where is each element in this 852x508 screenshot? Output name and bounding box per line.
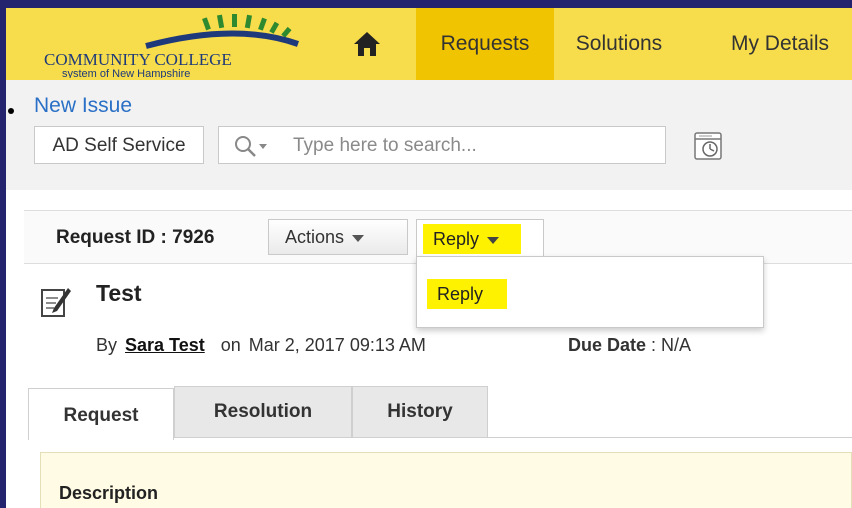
request-id: Request ID : 7926 [56, 227, 215, 248]
logo-line1: COMMUNITY COLLEGE [44, 50, 232, 69]
ad-self-service-button[interactable]: AD Self Service [34, 126, 204, 164]
home-icon[interactable] [352, 30, 382, 58]
app-window: COMMUNITY COLLEGE system of New Hampshir… [6, 8, 852, 508]
bullet-icon [8, 108, 14, 114]
reply-button-label-highlight[interactable]: Reply [423, 224, 521, 254]
actions-button[interactable]: Actions [268, 219, 408, 255]
reply-dropdown-menu: Reply [416, 256, 764, 328]
due-date-value: : N/A [646, 335, 692, 355]
actions-label: Actions [285, 227, 345, 247]
due-date: Due Date : N/A [568, 335, 691, 356]
sub-toolbar: New Issue AD Self Service [6, 80, 852, 190]
search-icon[interactable] [233, 135, 257, 157]
tab-history[interactable]: History [352, 386, 488, 438]
logo-line2: system of New Hampshire [62, 68, 190, 78]
due-date-label: Due Date [568, 335, 647, 355]
author-link[interactable]: Sara Test [125, 335, 205, 355]
dropdown-item-reply[interactable]: Reply [427, 279, 507, 309]
on-prefix: on [220, 335, 241, 355]
nav-solutions[interactable]: Solutions [564, 8, 674, 80]
by-prefix: By [96, 335, 118, 355]
top-header: COMMUNITY COLLEGE system of New Hampshir… [6, 8, 852, 80]
request-title: Test [96, 280, 142, 306]
search-input[interactable] [291, 133, 655, 159]
tab-resolution[interactable]: Resolution [174, 386, 352, 438]
chevron-down-icon [487, 236, 500, 244]
description-panel: Description [40, 452, 852, 508]
tab-divider [174, 437, 852, 438]
college-logo[interactable]: COMMUNITY COLLEGE system of New Hampshir… [36, 10, 326, 78]
request-tabs: Request Resolution History [28, 386, 852, 440]
reply-button[interactable]: Reply [416, 219, 544, 259]
request-meta: By Sara Test on Mar 2, 2017 09:13 AM [96, 335, 426, 356]
nav-requests[interactable]: Requests [416, 8, 554, 80]
new-issue-link[interactable]: New Issue [34, 94, 132, 118]
logo-arc [145, 30, 300, 49]
nav-my-details[interactable]: My Details [714, 8, 846, 80]
chevron-down-icon[interactable] [259, 144, 267, 149]
reply-label: Reply [433, 229, 480, 249]
tab-request[interactable]: Request [28, 388, 174, 440]
request-history-icon[interactable] [692, 130, 724, 162]
description-heading: Description [59, 483, 159, 503]
search-box[interactable] [218, 126, 666, 164]
chevron-down-icon [352, 234, 365, 242]
edit-note-icon [41, 288, 71, 317]
request-date: Mar 2, 2017 09:13 AM [248, 335, 426, 355]
